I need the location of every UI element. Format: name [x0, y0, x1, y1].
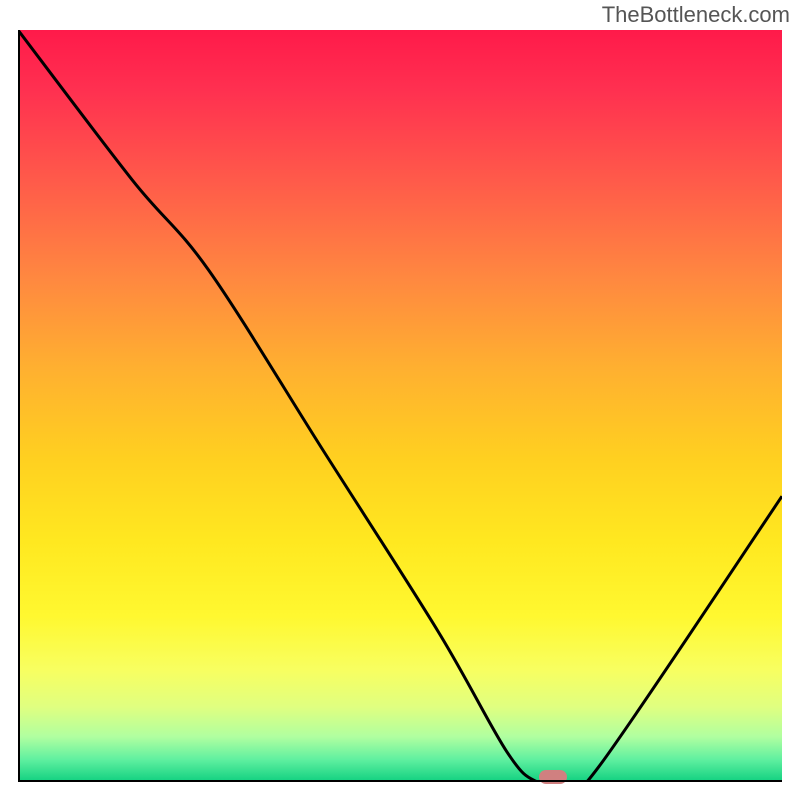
bottleneck-curve [18, 30, 782, 782]
chart-container [18, 30, 782, 782]
optimum-marker [539, 770, 567, 784]
watermark-text: TheBottleneck.com [602, 2, 790, 28]
